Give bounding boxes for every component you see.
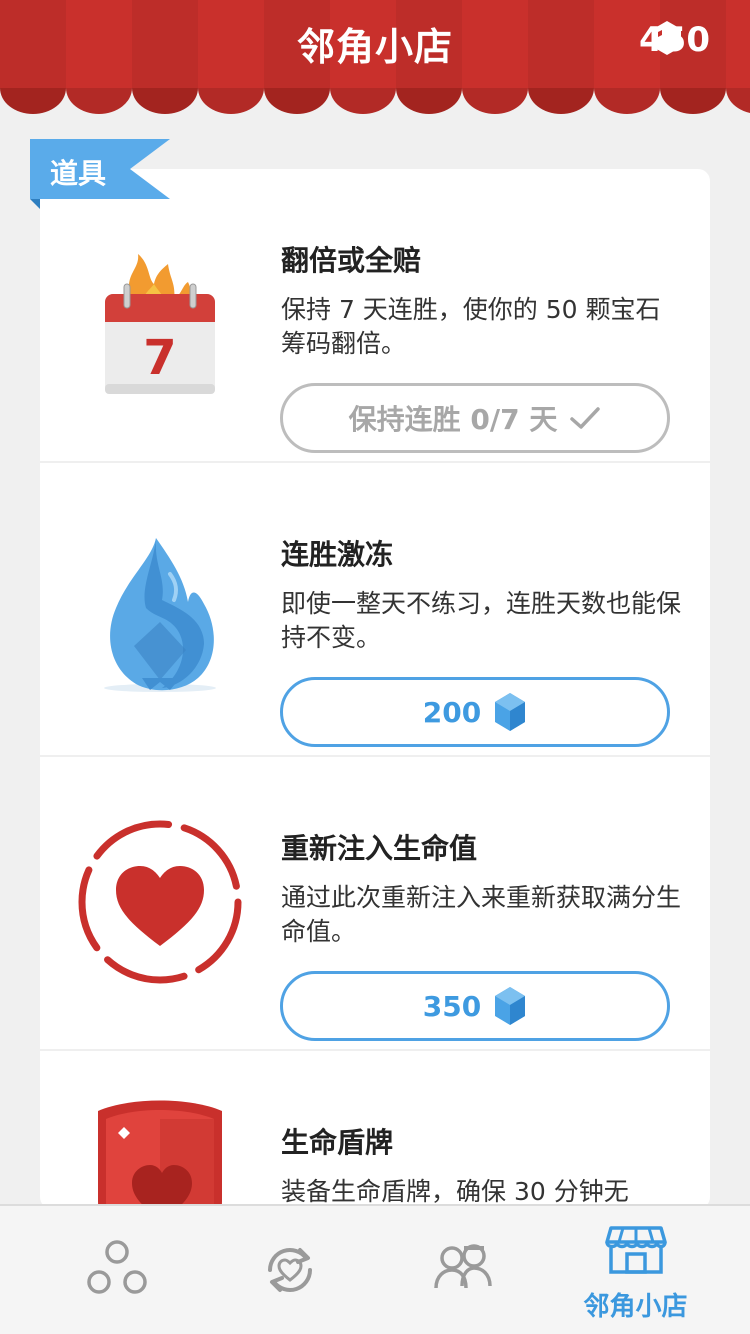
item-description: 保持 7 天连胜，使你的 50 颗宝石筹码翻倍。 [281, 295, 661, 358]
list-item: 7 翻倍或全赔 保持 7 天连胜，使你的 50 颗宝石筹码翻倍。 保持连胜 0/… [40, 169, 710, 463]
heart-refill-icon [78, 820, 242, 984]
list-item: 生命盾牌 装备生命盾牌，确保 30 分钟无 [40, 1051, 710, 1209]
nav-item-friends[interactable] [376, 1206, 549, 1334]
heart-refresh-icon [267, 1248, 312, 1292]
heart-shield-icon [98, 1100, 222, 1209]
shop-item-list: 7 翻倍或全赔 保持 7 天连胜，使你的 50 颗宝石筹码翻倍。 保持连胜 0/… [40, 169, 710, 1209]
gem-icon [495, 987, 526, 1025]
nav-label-shop: 邻角小店 [583, 1292, 688, 1322]
price-label: 200 [422, 695, 482, 729]
item-name: 连胜激冻 [281, 538, 394, 571]
buy-streak-freeze-button[interactable]: 200 [280, 677, 670, 747]
nav-item-shop[interactable]: 邻角小店 [549, 1206, 722, 1334]
page-title: 邻角小店 [296, 25, 453, 69]
buy-health-refill-button[interactable]: 350 [280, 971, 670, 1041]
item-description: 通过此次重新注入来重新获取满分生命值。 [281, 883, 682, 946]
item-name: 生命盾牌 [281, 1126, 394, 1159]
checkmark-icon [570, 407, 601, 429]
item-name: 翻倍或全赔 [281, 244, 422, 277]
shop-icon [604, 1226, 667, 1274]
section-label: 道具 [50, 157, 107, 190]
circles-icon [86, 1240, 147, 1294]
calendar-flame-icon: 7 [105, 254, 215, 394]
keep-streak-button[interactable]: 保持连胜 0/7 天 [280, 383, 670, 453]
item-description: 即使一整天不练习，连胜天数也能保持不变。 [281, 589, 682, 652]
frozen-flame-icon [104, 538, 216, 692]
bottom-nav: 邻角小店 [0, 1204, 750, 1334]
price-label: 350 [422, 989, 482, 1023]
nav-item-learn[interactable] [30, 1206, 203, 1334]
list-item: 重新注入生命值 通过此次重新注入来重新获取满分生命值。 350 [40, 757, 710, 1051]
gem-balance[interactable]: 450 [639, 20, 710, 60]
button-label: 保持连胜 0/7 天 [348, 403, 558, 436]
gem-icon [653, 21, 682, 55]
people-icon [433, 1244, 492, 1289]
gem-icon [495, 693, 526, 731]
shop-header: 邻角小店 450 [0, 0, 750, 115]
nav-item-practice[interactable] [203, 1206, 376, 1334]
list-item: 连胜激冻 即使一整天不练习，连胜天数也能保持不变。 200 [40, 463, 710, 757]
calendar-day: 7 [143, 330, 176, 386]
item-name: 重新注入生命值 [281, 832, 478, 865]
